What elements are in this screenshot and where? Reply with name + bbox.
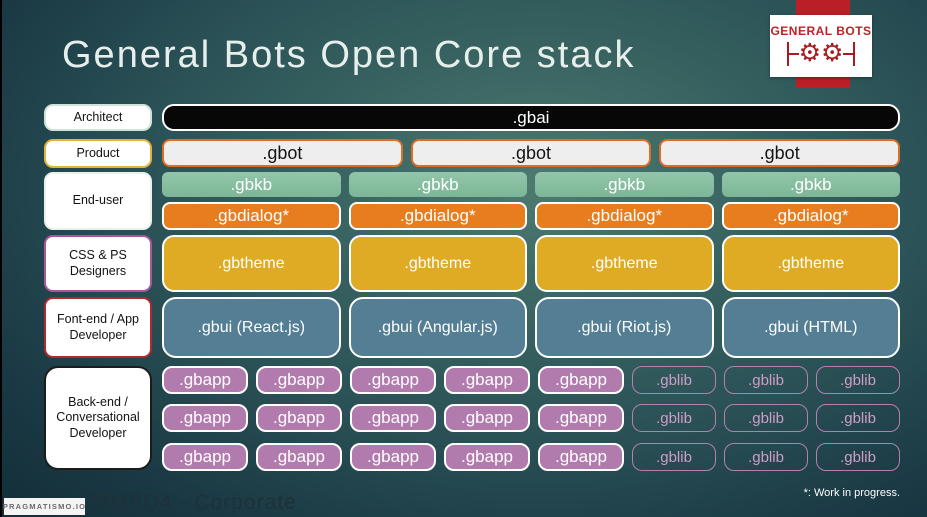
gbkb-box: .gbkb	[162, 172, 341, 197]
gbkb-box: .gbkb	[721, 172, 900, 197]
row-gbui: .gbui (React.js) .gbui (Angular.js) .gbui …	[162, 297, 900, 358]
page-title: General Bots Open Core stack	[62, 34, 636, 76]
gbtheme-box: .gbtheme	[535, 235, 714, 292]
row-gbai: .gbai	[162, 104, 900, 131]
gbot-box: .gbot	[410, 139, 652, 167]
gbdialog-box: .gbdialog*	[348, 202, 527, 230]
general-bots-logo: GENERAL BOTS ⚙ ⚙	[770, 15, 872, 77]
slide-general-bots-open-core-stack: GENERAL BOTS ⚙ ⚙ General Bots Open Core …	[0, 0, 927, 517]
gbtheme-box: .gbtheme	[162, 235, 341, 292]
gblib-box: .gblib	[632, 443, 716, 471]
gbapp-box: .gbapp	[350, 366, 436, 394]
gbapp-box: .gbapp	[538, 443, 624, 471]
gblib-box: .gblib	[724, 404, 808, 432]
label-css-ps-designers: CSS & PS Designers	[44, 235, 152, 292]
gblib-box: .gblib	[816, 443, 900, 471]
gbui-box: .gbui (React.js)	[162, 297, 341, 358]
gbapp-box: .gbapp	[256, 443, 342, 471]
gbdialog-box: .gbdialog*	[535, 202, 714, 230]
gbapp-box: .gbapp	[444, 443, 530, 471]
row-gbtheme: .gbtheme .gbtheme .gbtheme .gbtheme	[162, 235, 900, 292]
gear-tick-right	[853, 41, 856, 66]
gbapp-box: .gbapp	[350, 443, 436, 471]
gblib-box: .gblib	[632, 404, 716, 432]
gbapp-box: .gbapp	[538, 404, 624, 432]
label-frontend-app-developer: Font-end / App Developer	[44, 297, 152, 358]
label-architect: Architect	[44, 104, 152, 131]
gbapp-box: .gbapp	[162, 366, 248, 394]
gbai-box: .gbai	[162, 104, 900, 131]
gbapp-box: .gbapp	[162, 443, 248, 471]
row-gbkb: .gbkb .gbkb .gbkb .gbkb	[162, 172, 900, 197]
gbtheme-box: .gbtheme	[348, 235, 527, 292]
gear-line-right	[843, 52, 854, 55]
gbkb-box: .gbkb	[535, 172, 714, 197]
gblib-box: .gblib	[816, 404, 900, 432]
gblib-box: .gblib	[724, 443, 808, 471]
gbot-box: .gbot	[162, 139, 403, 167]
gbapp-box: .gbapp	[444, 366, 530, 394]
label-end-user: End-user	[44, 172, 152, 230]
row-gbdialog: .gbdialog* .gbdialog* .gbdialog* .gbdialog*	[162, 202, 900, 230]
gear-icon: ⚙	[821, 39, 844, 67]
gbui-box: .gbui (Riot.js)	[535, 297, 714, 358]
label-backend-conversational-developer: Back-end / Conversational Developer	[44, 366, 152, 470]
gbapp-box: .gbapp	[256, 366, 342, 394]
gears-icon: ⚙ ⚙	[786, 39, 856, 69]
gbdialog-box: .gbdialog*	[162, 202, 341, 230]
work-in-progress-note: *: Work in progress.	[803, 487, 900, 499]
row-backend-1: .gbapp .gbapp .gbapp .gbapp .gbapp .gblib .gbl…	[162, 366, 900, 394]
footer-date-label: 2018Q4 - Corporate	[92, 491, 297, 514]
gbkb-box: .gbkb	[348, 172, 527, 197]
gblib-box: .gblib	[816, 366, 900, 394]
gbapp-box: .gbapp	[350, 404, 436, 432]
gblib-box: .gblib	[632, 366, 716, 394]
gbui-box: .gbui (HTML)	[721, 297, 900, 358]
label-product: Product	[44, 139, 152, 168]
gbapp-box: .gbapp	[162, 404, 248, 432]
gbdialog-box: .gbdialog*	[721, 202, 900, 230]
gbot-box: .gbot	[659, 139, 901, 167]
gblib-box: .gblib	[724, 366, 808, 394]
gbapp-box: .gbapp	[538, 366, 624, 394]
logo-wordmark: GENERAL BOTS	[770, 23, 872, 38]
gear-icon: ⚙	[798, 39, 821, 67]
gbtheme-box: .gbtheme	[721, 235, 900, 292]
gbapp-box: .gbapp	[444, 404, 530, 432]
gbapp-box: .gbapp	[256, 404, 342, 432]
row-gbot: .gbot .gbot .gbot	[162, 139, 901, 167]
row-backend-2: .gbapp .gbapp .gbapp .gbapp .gbapp .gblib .gbl…	[162, 404, 900, 432]
pragmatismo-logo: PRAGMATISMO.IO	[3, 498, 85, 515]
row-backend-3: .gbapp .gbapp .gbapp .gbapp .gbapp .gblib .gbl…	[162, 443, 900, 471]
gbui-box: .gbui (Angular.js)	[348, 297, 527, 358]
gear-line-left	[788, 52, 799, 55]
